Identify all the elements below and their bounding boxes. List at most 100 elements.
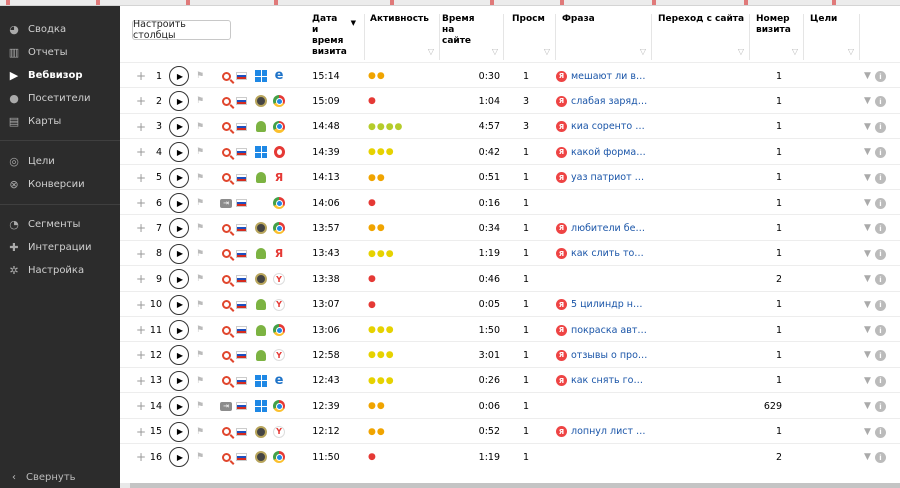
expand-row-icon[interactable]: + xyxy=(136,292,146,318)
search-phrase-link[interactable]: Яотзывы о продук... xyxy=(556,342,648,368)
bookmark-flag-icon[interactable]: ⚑ xyxy=(196,190,204,216)
row-filter-icon[interactable]: ▼ xyxy=(864,114,871,140)
sidebar-item-2[interactable]: ▶ Вебвизор xyxy=(0,65,120,85)
bookmark-flag-icon[interactable]: ⚑ xyxy=(196,419,204,445)
play-recording-button[interactable]: ▶ xyxy=(169,167,189,188)
expand-row-icon[interactable]: + xyxy=(136,241,146,267)
expand-row-icon[interactable]: + xyxy=(136,444,146,470)
horizontal-scrollbar[interactable] xyxy=(120,483,900,488)
search-phrase-link[interactable]: Ялюбители бездо... xyxy=(556,215,648,241)
bookmark-flag-icon[interactable]: ⚑ xyxy=(196,139,204,165)
table-row[interactable]: +2 ▶ ⚑ 15:09 ● 1:04 3 Яслабая зарядка у... 1 ▼ i xyxy=(120,87,900,113)
bookmark-flag-icon[interactable]: ⚑ xyxy=(196,215,204,241)
search-phrase-link[interactable]: Якак слить топлив... xyxy=(556,241,648,267)
row-filter-icon[interactable]: ▼ xyxy=(864,342,871,368)
row-info-icon[interactable]: i xyxy=(875,299,886,311)
sidebar-item-0[interactable]: ◕ Сводка xyxy=(0,19,120,39)
expand-row-icon[interactable]: + xyxy=(136,139,146,165)
filter-icon[interactable]: ▽ xyxy=(640,46,646,57)
row-filter-icon[interactable]: ▼ xyxy=(864,292,871,318)
expand-row-icon[interactable]: + xyxy=(136,266,146,292)
column-header-pageviews[interactable]: Просм ▽ xyxy=(510,14,556,60)
table-row[interactable]: +11 ▶ ⚑ 13:06 ●●● 1:50 1 Япокраска авто мо... 1 ▼… xyxy=(120,316,900,342)
search-phrase-link[interactable]: Я 5 цилиндр на той... xyxy=(556,292,648,318)
table-row[interactable]: +9 ▶ ⚑ Y 13:38 ● 0:46 1 2 ▼ i xyxy=(120,265,900,291)
expand-row-icon[interactable]: + xyxy=(136,88,146,114)
filter-icon[interactable]: ▽ xyxy=(848,46,854,57)
row-info-icon[interactable]: i xyxy=(875,71,886,82)
row-filter-icon[interactable]: ▼ xyxy=(864,190,871,216)
row-info-icon[interactable]: i xyxy=(875,198,886,209)
row-filter-icon[interactable]: ▼ xyxy=(864,215,871,241)
row-info-icon[interactable]: i xyxy=(875,426,886,438)
play-recording-button[interactable]: ▶ xyxy=(169,320,189,340)
sidebar-item-8[interactable]: ✚ Интеграции xyxy=(0,237,120,257)
row-filter-icon[interactable]: ▼ xyxy=(864,88,871,114)
expand-row-icon[interactable]: + xyxy=(136,63,146,89)
sidebar-item-5[interactable]: ◎ Цели xyxy=(0,151,120,171)
sidebar-item-4[interactable]: ▤ Карты xyxy=(0,111,120,131)
row-filter-icon[interactable]: ▼ xyxy=(864,368,871,394)
row-filter-icon[interactable]: ▼ xyxy=(864,317,871,343)
filter-icon[interactable]: ▽ xyxy=(738,46,744,57)
play-recording-button[interactable]: ▶ xyxy=(169,193,189,213)
expand-row-icon[interactable]: + xyxy=(136,368,146,394)
row-info-icon[interactable]: i xyxy=(875,96,886,108)
row-filter-icon[interactable]: ▼ xyxy=(864,63,871,89)
expand-row-icon[interactable]: + xyxy=(136,317,146,343)
table-row[interactable]: +4 ▶ ⚑ 14:39 ●●● 0:42 1 Якакой формат фл... 1 ▼ i xyxy=(120,138,900,164)
play-recording-button[interactable]: ▶ xyxy=(169,116,189,137)
sidebar-item-9[interactable]: ✲ Настройка xyxy=(0,260,120,280)
expand-row-icon[interactable]: + xyxy=(136,215,146,241)
bookmark-flag-icon[interactable]: ⚑ xyxy=(196,114,204,140)
play-recording-button[interactable]: ▶ xyxy=(169,66,189,86)
row-info-icon[interactable]: i xyxy=(875,274,886,286)
bookmark-flag-icon[interactable]: ⚑ xyxy=(196,444,204,470)
table-row[interactable]: +8 ▶ ⚑ Я 13:43 ●●● 1:19 1 Якак слить топлив... 1 ▼… xyxy=(120,239,900,267)
play-recording-button[interactable]: ▶ xyxy=(169,91,189,112)
play-recording-button[interactable]: ▶ xyxy=(169,218,189,239)
bookmark-flag-icon[interactable]: ⚑ xyxy=(196,292,204,318)
play-recording-button[interactable]: ▶ xyxy=(169,142,189,163)
bookmark-flag-icon[interactable]: ⚑ xyxy=(196,63,204,89)
filter-icon[interactable]: ▽ xyxy=(492,46,498,57)
row-info-icon[interactable]: i xyxy=(875,172,886,184)
bookmark-flag-icon[interactable]: ⚑ xyxy=(196,317,204,343)
row-filter-icon[interactable]: ▼ xyxy=(864,139,871,165)
table-row[interactable]: +15 ▶ ⚑ Y 12:12 ●● 0:52 1 Ялопнул лист ресс... 1 ▼… xyxy=(120,417,900,445)
search-phrase-link[interactable]: Яуаз патриот пери... xyxy=(556,165,648,191)
table-row[interactable]: +14 ▶ ⚑ ⇥ 12:39 ●● 0:06 1 629 ▼ i xyxy=(120,392,900,418)
search-phrase-link[interactable]: Яслабая зарядка у... xyxy=(556,88,648,114)
row-filter-icon[interactable]: ▼ xyxy=(864,165,871,191)
expand-row-icon[interactable]: + xyxy=(136,114,146,140)
filter-icon[interactable]: ▽ xyxy=(428,46,434,57)
play-recording-button[interactable]: ▶ xyxy=(169,269,189,290)
expand-row-icon[interactable]: + xyxy=(136,190,146,216)
sidebar-item-1[interactable]: ▥ Отчеты xyxy=(0,42,120,62)
search-phrase-link[interactable]: Якиа соренто 1 по... xyxy=(556,114,648,140)
expand-row-icon[interactable]: + xyxy=(136,419,146,445)
row-filter-icon[interactable]: ▼ xyxy=(864,241,871,267)
sidebar-item-6[interactable]: ⊗ Конверсии xyxy=(0,174,120,194)
row-info-icon[interactable]: i xyxy=(875,121,886,133)
configure-columns-button[interactable]: Настроить столбцы xyxy=(132,19,231,41)
search-phrase-link[interactable]: Ялопнул лист ресс... xyxy=(556,419,648,445)
table-row[interactable]: +16 ▶ ⚑ 11:50 ● 1:19 1 2 ▼ i xyxy=(120,443,900,469)
collapse-sidebar-button[interactable]: ‹ Свернуть xyxy=(12,472,76,483)
row-filter-icon[interactable]: ▼ xyxy=(864,419,871,445)
column-header-referrer[interactable]: Переход с сайта ▽ xyxy=(656,14,750,60)
table-row[interactable]: +1 ▶ ⚑ e 15:14 ●● 0:30 1 Ямешают ли вайтв... 1 ▼ i xyxy=(120,62,900,88)
play-recording-button[interactable]: ▶ xyxy=(169,243,189,264)
column-header-goals[interactable]: Цели ▽ xyxy=(808,14,860,60)
play-recording-button[interactable]: ▶ xyxy=(169,396,189,417)
bookmark-flag-icon[interactable]: ⚑ xyxy=(196,342,204,368)
expand-row-icon[interactable]: + xyxy=(136,165,146,191)
play-recording-button[interactable]: ▶ xyxy=(169,421,189,442)
play-recording-button[interactable]: ▶ xyxy=(169,447,189,467)
table-row[interactable]: +7 ▶ ⚑ 13:57 ●● 0:34 1 Ялюбители бездо... 1 ▼ i xyxy=(120,214,900,240)
filter-icon[interactable]: ▽ xyxy=(544,46,550,57)
row-filter-icon[interactable]: ▼ xyxy=(864,266,871,292)
search-phrase-link[interactable]: Якак снять головн... xyxy=(556,368,648,394)
table-row[interactable]: +5 ▶ ⚑ Я 14:13 ●● 0:51 1 Яуаз патриот пери... 1 ▼ i xyxy=(120,163,900,191)
search-phrase-link[interactable]: Ямешают ли вайтв... xyxy=(556,63,648,89)
